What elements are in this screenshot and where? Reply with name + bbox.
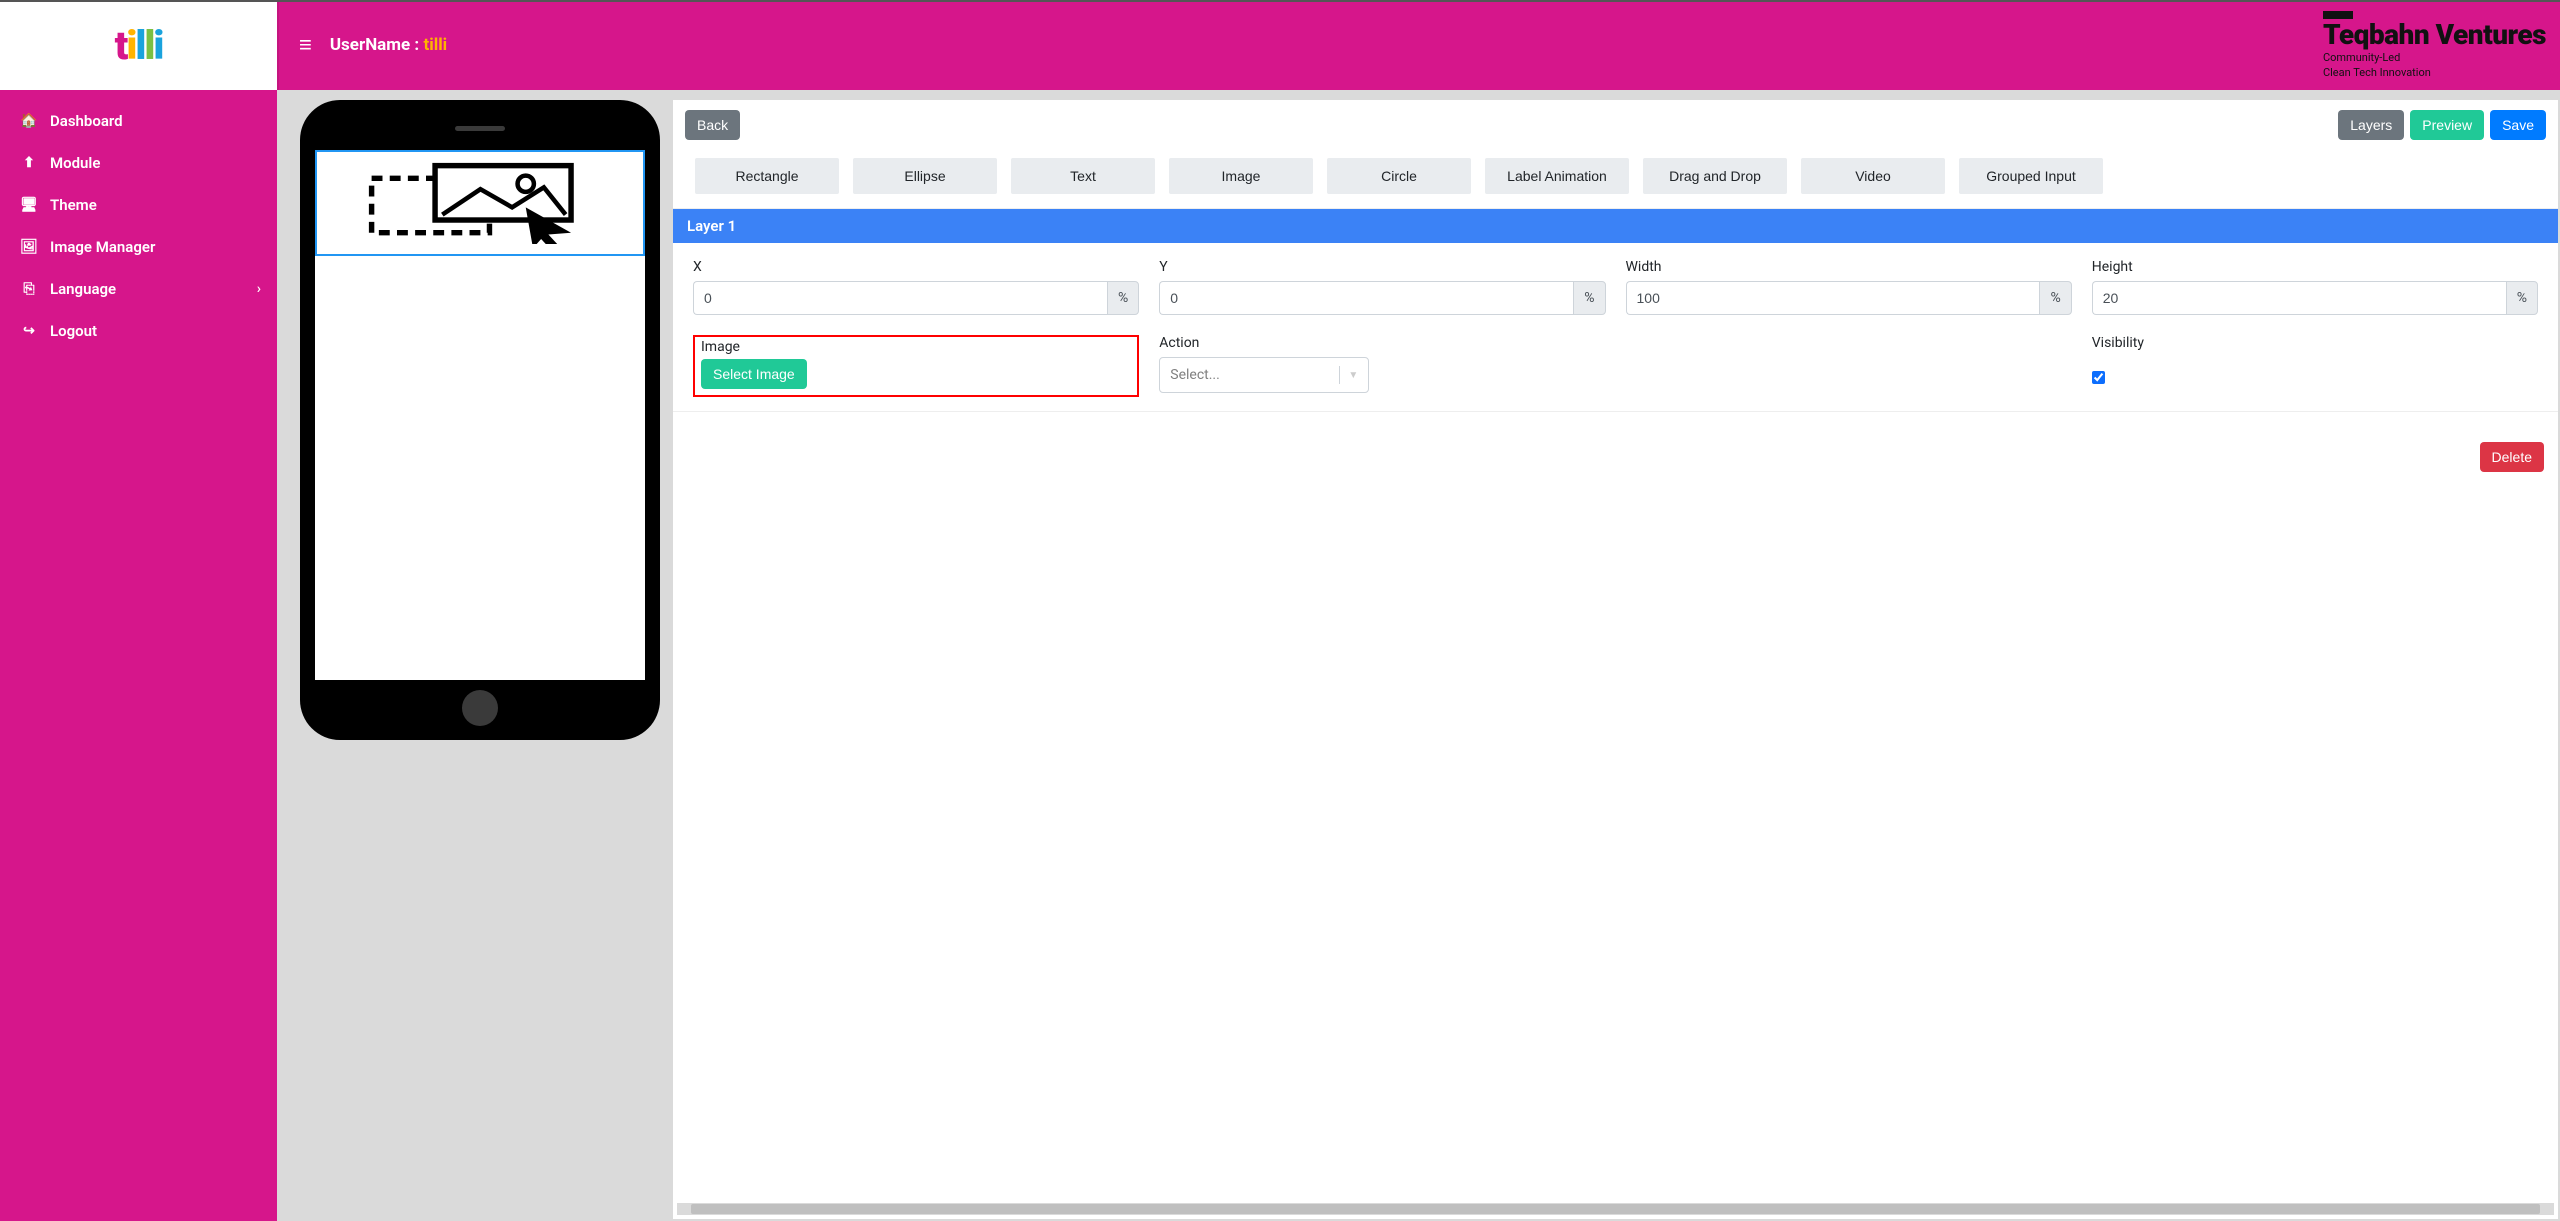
visibility-label: Visibility [2092, 335, 2538, 351]
shape-grouped-input[interactable]: Grouped Input [1959, 158, 2103, 194]
delete-button[interactable]: Delete [2480, 442, 2544, 472]
prop-visibility: Visibility [2082, 329, 2548, 411]
drag-drop-image-icon [350, 162, 611, 244]
action-placeholder: Select... [1170, 367, 1220, 383]
height-unit: % [2506, 281, 2538, 315]
sidebar-item-image-manager[interactable]: 🖼 Image Manager [0, 226, 277, 268]
sidebar-item-dashboard[interactable]: 🏠 Dashboard [0, 100, 277, 142]
width-label: Width [1626, 259, 2072, 275]
x-unit: % [1107, 281, 1139, 315]
preview-button[interactable]: Preview [2410, 110, 2484, 140]
shape-text[interactable]: Text [1011, 158, 1155, 194]
brand-name: Teqbahn Ventures [2323, 21, 2546, 49]
horizontal-scrollbar[interactable] [677, 1203, 2554, 1215]
image-icon: 🖼 [18, 239, 40, 255]
phone-home-button [462, 690, 498, 726]
editor-panel: Back Layers Preview Save Rectangle Ellip… [673, 100, 2558, 1219]
scrollbar-thumb[interactable] [691, 1204, 2540, 1214]
device-preview [297, 100, 663, 1219]
save-button[interactable]: Save [2490, 110, 2546, 140]
visibility-checkbox[interactable] [2092, 371, 2105, 384]
prop-spacer [1616, 329, 2082, 411]
sidebar-nav: 🏠 Dashboard ⬆ Module 🖥 Theme 🖼 Image Man… [0, 90, 277, 352]
y-label: Y [1159, 259, 1605, 275]
image-label: Image [701, 339, 1131, 355]
shape-image[interactable]: Image [1169, 158, 1313, 194]
app-logo: tilli [115, 22, 163, 69]
language-icon: ⎘ [18, 281, 40, 297]
sidebar-item-theme[interactable]: 🖥 Theme [0, 184, 277, 226]
panel-toolbar: Back Layers Preview Save [673, 100, 2558, 150]
height-input[interactable] [2092, 281, 2506, 315]
width-unit: % [2039, 281, 2071, 315]
layer-header[interactable]: Layer 1 [673, 209, 2558, 243]
sidebar-item-language[interactable]: ⎘ Language › [0, 268, 277, 310]
canvas-layer-1[interactable] [315, 150, 645, 256]
prop-y: Y % [1149, 253, 1615, 329]
layer-properties: X % Y % Width [673, 243, 2558, 411]
sidebar-item-label: Theme [50, 196, 97, 214]
chevron-right-icon: › [257, 281, 261, 297]
header: ≡ UserName : tilli Teqbahn Ventures Comm… [277, 0, 2560, 90]
menu-toggle-icon[interactable]: ≡ [299, 32, 312, 58]
action-select[interactable]: Select... ▼ [1159, 357, 1369, 393]
height-label: Height [2092, 259, 2538, 275]
shape-circle[interactable]: Circle [1327, 158, 1471, 194]
panel-footer: Delete [673, 411, 2558, 482]
logo-area: tilli [0, 0, 277, 90]
chevron-down-icon: ▼ [1348, 370, 1358, 381]
sidebar-item-label: Language [50, 280, 116, 298]
sidebar-item-label: Module [50, 154, 100, 172]
prop-width: Width % [1616, 253, 2082, 329]
prop-x: X % [683, 253, 1149, 329]
phone-frame [300, 100, 660, 740]
action-label: Action [1159, 335, 1605, 351]
back-button[interactable]: Back [685, 110, 740, 140]
shape-ellipse[interactable]: Ellipse [853, 158, 997, 194]
sidebar-item-label: Logout [50, 322, 97, 340]
prop-height: Height % [2082, 253, 2548, 329]
home-icon: 🏠 [18, 113, 40, 129]
sidebar-item-logout[interactable]: ↪ Logout [0, 310, 277, 352]
phone-screen[interactable] [315, 150, 645, 680]
y-input[interactable] [1159, 281, 1573, 315]
layers-button[interactable]: Layers [2338, 110, 2404, 140]
shape-palette: Rectangle Ellipse Text Image Circle Labe… [673, 150, 2558, 209]
upload-icon: ⬆ [18, 155, 40, 171]
username-display: UserName : tilli [330, 35, 447, 55]
shape-rectangle[interactable]: Rectangle [695, 158, 839, 194]
phone-speaker [455, 126, 505, 131]
monitor-icon: 🖥 [18, 197, 40, 213]
brand-subtitle: Community-Led [2323, 51, 2546, 64]
prop-image: Image Select Image [683, 329, 1149, 411]
sidebar: tilli 🏠 Dashboard ⬆ Module 🖥 Theme 🖼 Ima… [0, 0, 277, 1221]
shape-drag-and-drop[interactable]: Drag and Drop [1643, 158, 1787, 194]
prop-action: Action Select... ▼ [1149, 329, 1615, 411]
company-brand: Teqbahn Ventures Community-Led Clean Tec… [2323, 11, 2546, 79]
y-unit: % [1573, 281, 1605, 315]
brand-subtitle: Clean Tech Innovation [2323, 66, 2546, 79]
x-label: X [693, 259, 1139, 275]
sidebar-item-label: Dashboard [50, 112, 123, 130]
sidebar-item-label: Image Manager [50, 238, 155, 256]
select-image-button[interactable]: Select Image [701, 359, 807, 389]
shape-video[interactable]: Video [1801, 158, 1945, 194]
sidebar-item-module[interactable]: ⬆ Module [0, 142, 277, 184]
logout-icon: ↪ [18, 323, 40, 339]
x-input[interactable] [693, 281, 1107, 315]
shape-label-animation[interactable]: Label Animation [1485, 158, 1629, 194]
width-input[interactable] [1626, 281, 2040, 315]
